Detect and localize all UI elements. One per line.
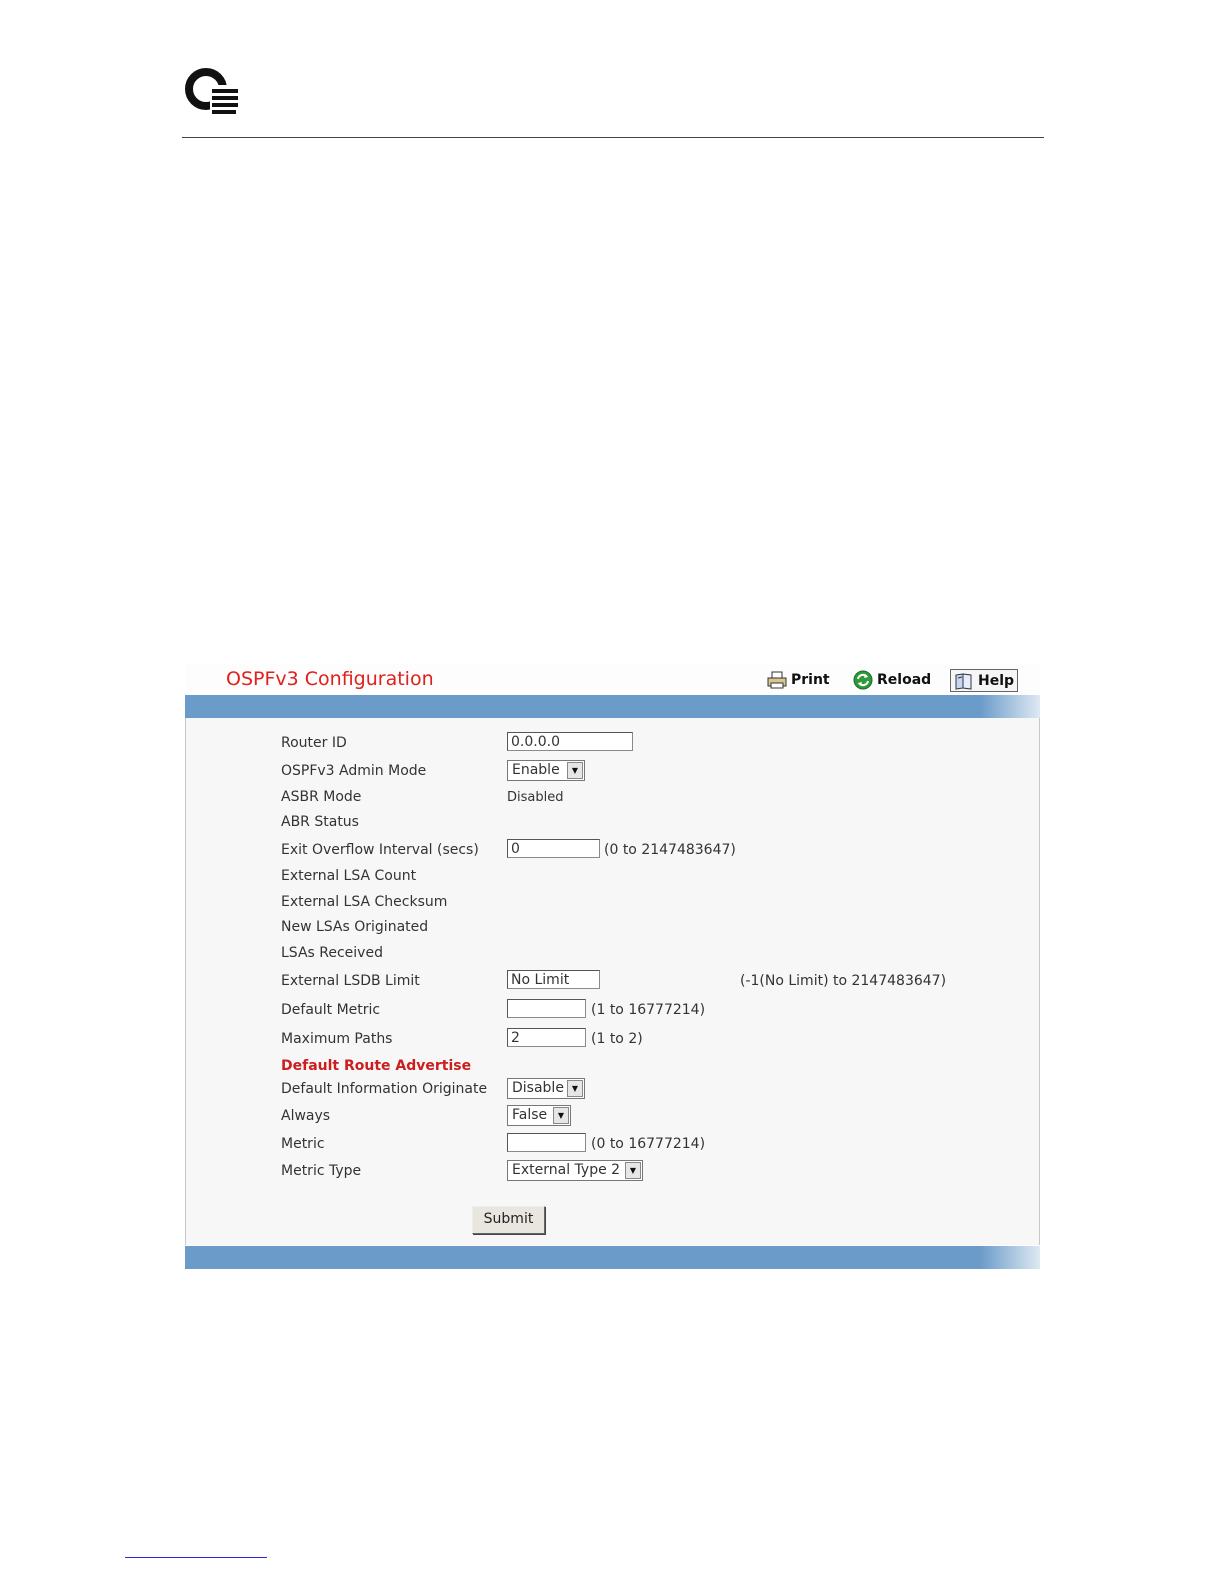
metric-type-select[interactable]: External Type 2 ▼ [507,1160,643,1181]
page-title: OSPFv3 Configuration [226,668,434,690]
ospfv3-config-panel: OSPFv3 Configuration Print Reload Help R… [185,664,1040,1271]
metric-type-label: Metric Type [281,1163,362,1179]
footer-link-underline [125,1557,267,1558]
always-value: False [512,1107,548,1123]
default-metric-input[interactable] [507,999,586,1018]
printer-icon [767,671,787,689]
form-area: Router ID 0.0.0.0 OSPFv3 Admin Mode Enab… [185,718,1040,1245]
ext-lsdb-limit-hint: (-1(No Limit) to 2147483647) [740,973,947,989]
row-metric-type: Metric Type External Type 2 ▼ [281,1160,1021,1184]
metric-type-value: External Type 2 [512,1162,621,1178]
row-default-info-originate: Default Information Originate Disable ▼ [281,1078,1021,1102]
max-paths-hint: (1 to 2) [591,1031,643,1047]
default-info-originate-select[interactable]: Disable ▼ [507,1078,585,1099]
help-label: Help [978,672,1015,689]
max-paths-input[interactable]: 2 [507,1028,586,1047]
row-metric: Metric (0 to 16777214) [281,1133,1021,1157]
ext-lsdb-limit-input[interactable]: No Limit [507,970,600,989]
help-book-icon [955,672,972,690]
router-id-input[interactable]: 0.0.0.0 [507,732,633,751]
ext-lsdb-limit-label: External LSDB Limit [281,973,420,989]
abr-status-label: ABR Status [281,814,359,830]
help-button[interactable]: Help [950,669,1019,692]
reload-button[interactable]: Reload [853,669,931,691]
logo-icon [185,68,238,117]
chevron-down-icon: ▼ [567,762,583,779]
new-lsas-label: New LSAs Originated [281,919,429,935]
max-paths-label: Maximum Paths [281,1031,393,1047]
always-label: Always [281,1108,331,1124]
row-ext-lsa-count: External LSA Count [281,865,1021,889]
metric-hint: (0 to 16777214) [591,1136,706,1152]
row-admin-mode: OSPFv3 Admin Mode Enable ▼ [281,760,1021,784]
chevron-down-icon: ▼ [567,1080,583,1097]
default-info-originate-label: Default Information Originate [281,1081,488,1097]
row-lsas-received: LSAs Received [281,942,1021,966]
ext-lsa-count-label: External LSA Count [281,868,417,884]
row-abr-status: ABR Status [281,811,1021,835]
chevron-down-icon: ▼ [625,1162,641,1179]
submit-button[interactable]: Submit [472,1206,545,1234]
default-metric-hint: (1 to 16777214) [591,1002,706,1018]
default-metric-label: Default Metric [281,1002,381,1018]
default-route-advertise-heading: Default Route Advertise [281,1058,472,1074]
admin-mode-value: Enable [512,762,560,778]
metric-label: Metric [281,1136,325,1152]
ext-lsa-checksum-label: External LSA Checksum [281,894,448,910]
title-row: OSPFv3 Configuration Print Reload Help [185,664,1040,695]
metric-input[interactable] [507,1133,586,1152]
exit-overflow-label: Exit Overflow Interval (secs) [281,842,479,858]
row-max-paths: Maximum Paths 2 (1 to 2) [281,1028,1021,1052]
row-ext-lsdb-limit: External LSDB Limit No Limit (-1(No Limi… [281,970,1021,994]
reload-label: Reload [877,672,932,688]
admin-mode-select[interactable]: Enable ▼ [507,760,585,781]
exit-overflow-input[interactable]: 0 [507,839,600,858]
header-bar [185,695,1040,718]
asbr-mode-label: ASBR Mode [281,789,362,805]
chevron-down-icon: ▼ [553,1107,569,1124]
row-asbr-mode: ASBR Mode Disabled [281,786,1021,810]
print-button[interactable]: Print [767,669,830,691]
admin-mode-label: OSPFv3 Admin Mode [281,763,427,779]
footer-bar [185,1246,1040,1269]
row-section-heading: Default Route Advertise [281,1055,1021,1079]
row-exit-overflow: Exit Overflow Interval (secs) 0 (0 to 21… [281,839,1021,863]
row-default-metric: Default Metric (1 to 16777214) [281,999,1021,1023]
exit-overflow-hint: (0 to 2147483647) [604,842,736,858]
header-rule [182,137,1044,138]
print-label: Print [791,672,830,688]
row-new-lsas: New LSAs Originated [281,916,1021,940]
reload-icon [853,670,873,690]
asbr-mode-value: Disabled [507,790,564,805]
row-router-id: Router ID 0.0.0.0 [281,732,1021,756]
lsas-received-label: LSAs Received [281,945,383,961]
always-select[interactable]: False ▼ [507,1105,571,1126]
router-id-label: Router ID [281,735,347,751]
row-ext-lsa-checksum: External LSA Checksum [281,891,1021,915]
row-always: Always False ▼ [281,1105,1021,1129]
default-info-originate-value: Disable [512,1080,564,1096]
